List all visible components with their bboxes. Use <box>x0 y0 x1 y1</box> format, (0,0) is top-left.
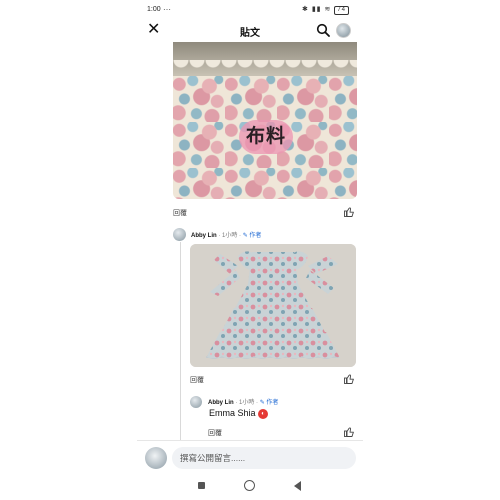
comment-header: Abby Lin · 1小時 · ✎ 作者 <box>191 230 261 239</box>
reply-author-badge: ✎ 作者 <box>259 400 279 406</box>
pencil-icon: ✎ <box>242 233 248 239</box>
mention-link[interactable]: Emma Shia <box>209 408 256 418</box>
comment-input[interactable]: 撰寫公開留言...... <box>172 447 356 469</box>
comment-like-icon[interactable] <box>344 374 354 384</box>
reply-like-icon[interactable] <box>344 427 354 437</box>
search-icon[interactable] <box>316 23 330 37</box>
image-label: 布料 <box>239 120 293 154</box>
post-reply-button[interactable]: 回覆 <box>173 208 187 218</box>
reply-avatar[interactable] <box>190 396 202 408</box>
battery-icon: 74 <box>334 6 349 15</box>
author-badge: ✎ 作者 <box>242 233 262 239</box>
commenter-name[interactable]: Abby Lin <box>191 233 217 239</box>
status-icons: ✱ ▮▮ ≋ 74 <box>302 5 349 15</box>
signal-icon: ▮▮ <box>311 6 322 13</box>
back-icon[interactable] <box>294 481 301 491</box>
status-overflow: ⋯ <box>163 5 171 14</box>
dress-hem-image <box>173 42 357 76</box>
emoji-icon: ◐ <box>258 408 269 419</box>
wifi-icon: ≋ <box>324 6 332 13</box>
composer-avatar <box>145 447 167 469</box>
bluetooth-icon: ✱ <box>301 6 309 13</box>
reply-header: Abby Lin · 1小時 · ✎ 作者 <box>208 397 278 406</box>
pencil-icon: ✎ <box>259 400 265 406</box>
like-icon[interactable] <box>344 207 354 217</box>
comment-time: · 1小時 · <box>218 233 242 239</box>
comment-image[interactable] <box>190 244 356 367</box>
post-image[interactable]: 布料 <box>173 42 357 199</box>
status-time: 1:00 <box>147 6 161 13</box>
status-bar: 1:00 ⋯ ✱ ▮▮ ≋ 74 <box>137 0 363 20</box>
home-icon[interactable] <box>244 480 255 491</box>
profile-avatar[interactable] <box>336 23 351 38</box>
reply-name[interactable]: Abby Lin <box>208 400 234 406</box>
system-nav-bar <box>137 476 363 500</box>
reply-time: · 1小時 · <box>235 400 259 406</box>
thread-line <box>180 242 181 440</box>
dress-image <box>190 244 356 367</box>
commenter-avatar[interactable] <box>173 228 186 241</box>
composer-divider <box>137 440 363 441</box>
reply-reply-button[interactable]: 回覆 <box>208 428 222 438</box>
comment-reply-button[interactable]: 回覆 <box>190 375 204 385</box>
reply-text: Emma Shia ◐ <box>209 408 269 419</box>
app-header: ✕ 貼文 <box>137 20 363 42</box>
recents-icon[interactable] <box>198 482 205 489</box>
phone-screen: 1:00 ⋯ ✱ ▮▮ ≋ 74 ✕ 貼文 布料 回覆 Abby Lin · 1… <box>137 0 363 500</box>
